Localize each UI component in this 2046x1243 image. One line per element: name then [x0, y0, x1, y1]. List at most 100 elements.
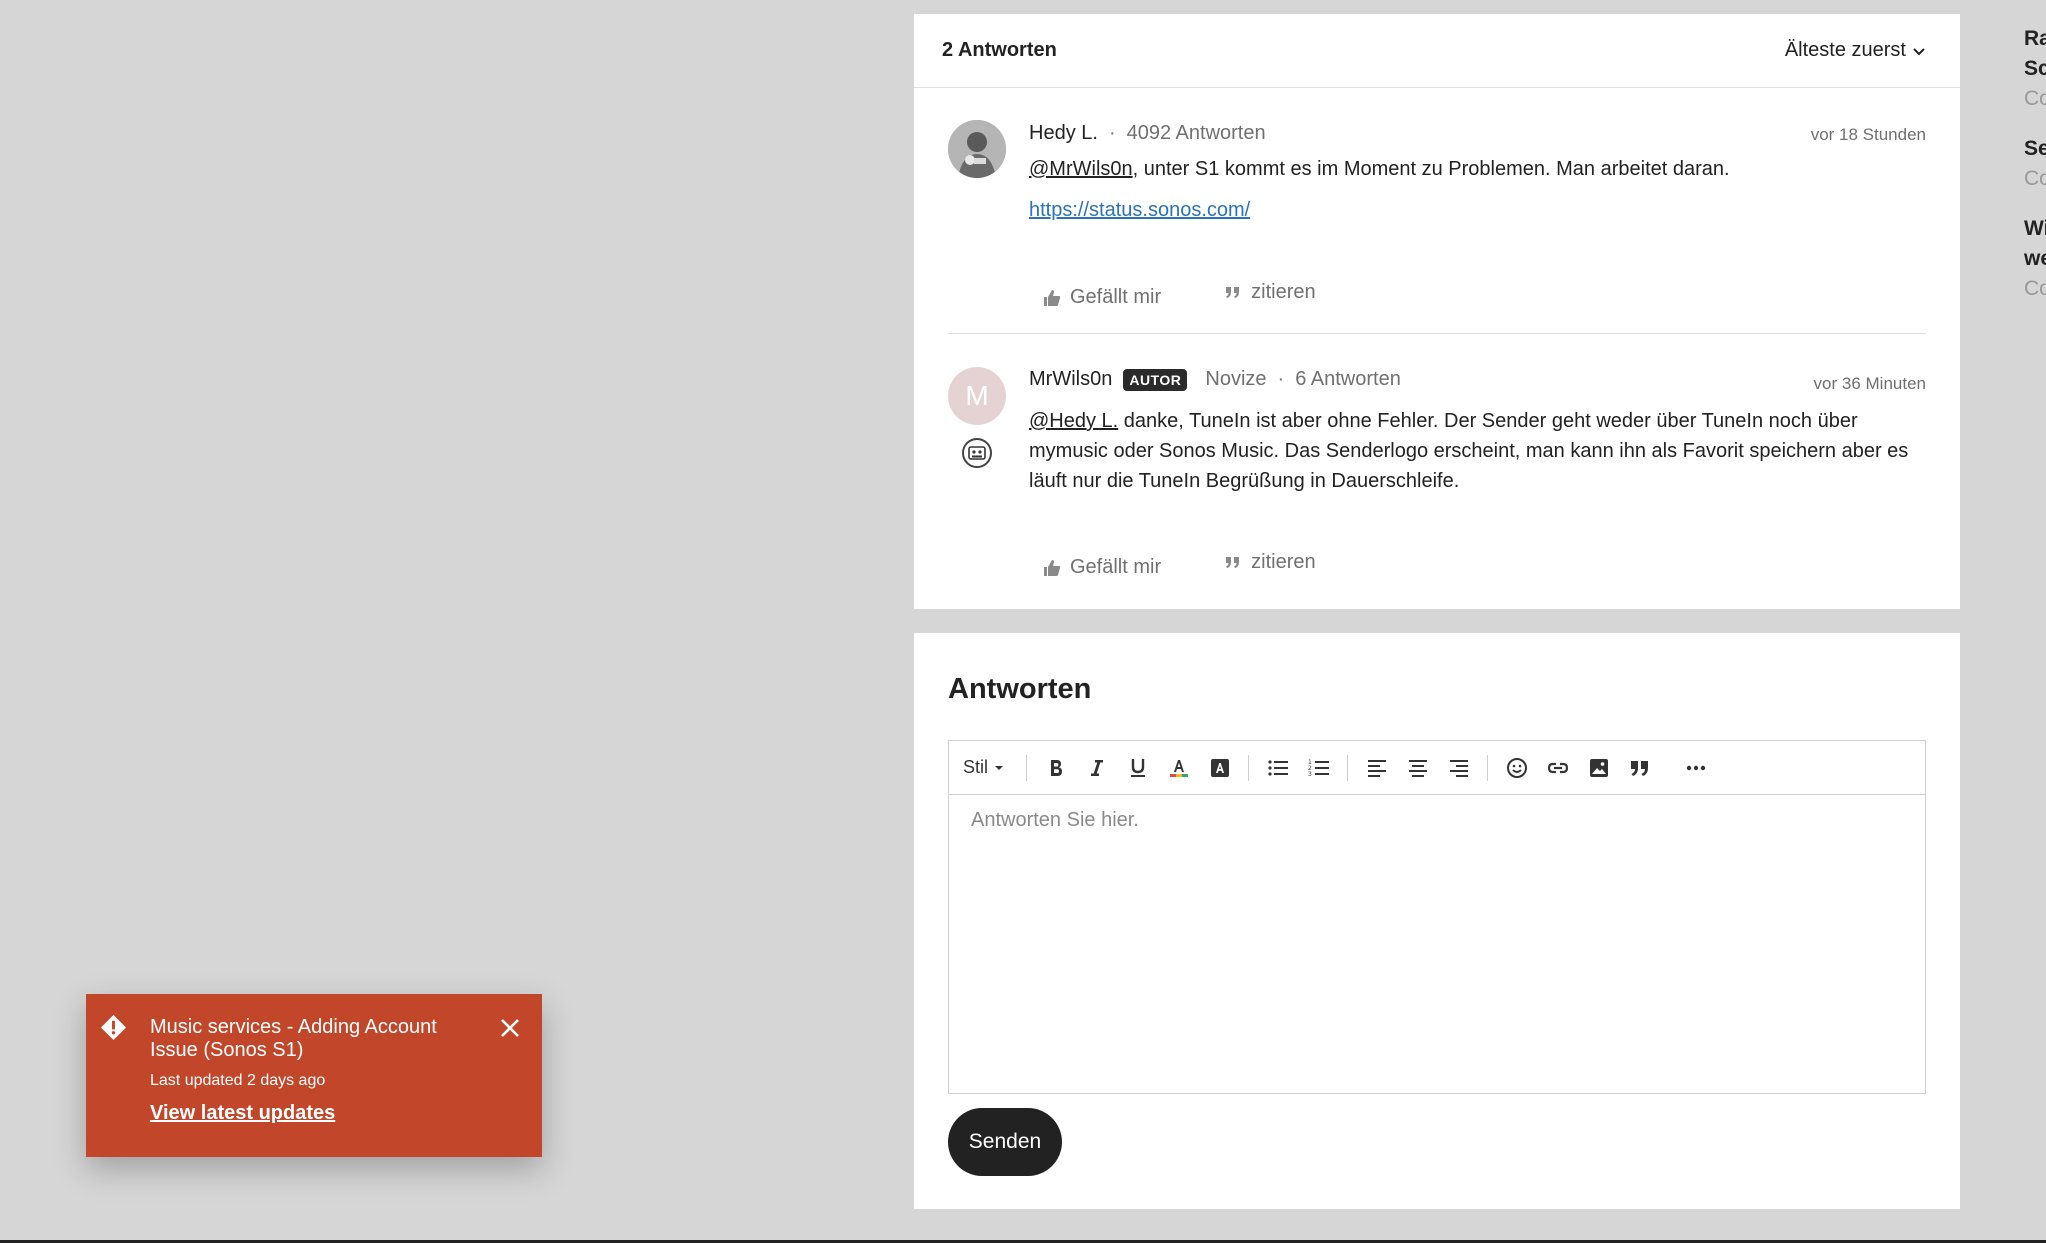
replies-panel: 2 Antworten Älteste zuerst Hedy L. · 409…: [914, 14, 1960, 609]
post-meta: MrWils0n AUTOR Novize · 6 Antworten: [1029, 368, 1401, 391]
quote-icon: [1226, 556, 1240, 568]
reply-editor-panel: Antworten Stil 1 2 3 Antworten Sie hier.…: [914, 633, 1960, 1209]
toast-title: Music services - Adding Account Issue (S…: [150, 1016, 437, 1061]
like-label: Gefällt mir: [1070, 286, 1162, 308]
replies-header: 2 Antworten Älteste zuerst: [914, 14, 1960, 88]
sort-label: Älteste zuerst: [1784, 39, 1906, 61]
italic-button[interactable]: [1079, 750, 1114, 786]
post-timestamp: vor 36 Minuten: [1813, 374, 1926, 393]
related-topic[interactable]: Se Co: [2024, 134, 2046, 194]
highlight-icon: [1210, 758, 1229, 777]
image-icon: [1589, 758, 1608, 777]
reply-textarea[interactable]: [949, 795, 1925, 1093]
like-button[interactable]: Gefällt mir: [1042, 286, 1161, 309]
align-right-button[interactable]: [1441, 750, 1476, 786]
mention-link[interactable]: @Hedy L.: [1029, 410, 1118, 432]
avatar[interactable]: [948, 120, 1006, 178]
mention-link[interactable]: @MrWils0n: [1029, 158, 1133, 180]
link-icon: [1547, 762, 1568, 773]
like-button[interactable]: Gefällt mir: [1042, 556, 1161, 579]
related-topic-title: Se: [2024, 137, 2046, 160]
align-left-icon: [1367, 759, 1386, 777]
related-topic[interactable]: Ra Sc Co: [2024, 24, 2046, 114]
align-center-icon: [1408, 759, 1427, 777]
caret-down-icon: [995, 765, 1004, 770]
toolbar-divider: [1026, 754, 1028, 781]
text-color-icon: [1169, 759, 1188, 777]
related-topic-category: Co: [2024, 277, 2046, 300]
related-topic-title: Ra: [2024, 27, 2046, 50]
quote-label: zitieren: [1251, 551, 1316, 573]
related-topic[interactable]: Wi we Co: [2024, 214, 2046, 304]
underline-icon: [1130, 758, 1145, 777]
align-left-button[interactable]: [1359, 750, 1394, 786]
quote-button[interactable]: zitieren: [1223, 281, 1316, 304]
text-color-button[interactable]: [1161, 750, 1196, 786]
post-text: , unter S1 kommt es im Moment zu Problem…: [1132, 158, 1730, 180]
bullet-list-button[interactable]: [1260, 750, 1295, 786]
insert-image-button[interactable]: [1581, 750, 1616, 786]
service-status-toast: Music services - Adding Account Issue (S…: [86, 994, 542, 1157]
post-body: @Hedy L. danke, TuneIn ist aber ohne Feh…: [1029, 406, 1926, 496]
quote-icon: [1226, 286, 1240, 298]
quote-label: zitieren: [1251, 281, 1316, 303]
style-dropdown[interactable]: Stil: [963, 757, 1004, 778]
reply-post: Hedy L. · 4092 Antworten vor 18 Stunden …: [948, 88, 1926, 334]
editor-title: Antworten: [948, 673, 1092, 705]
italic-icon: [1090, 759, 1103, 776]
bold-icon: [1050, 759, 1062, 776]
numbered-list-button[interactable]: 123: [1301, 750, 1336, 786]
rich-text-editor: Stil 123: [948, 740, 1926, 1094]
blockquote-button[interactable]: [1622, 750, 1657, 786]
warning-diamond-icon: [100, 1014, 127, 1041]
sort-dropdown[interactable]: Älteste zuerst: [1785, 39, 1926, 62]
more-options-button[interactable]: [1678, 750, 1713, 786]
insert-link-button[interactable]: [1540, 750, 1575, 786]
related-topic-title: Sc: [2024, 57, 2046, 80]
bullet-list-icon: [1267, 759, 1288, 776]
align-center-button[interactable]: [1400, 750, 1435, 786]
post-actions: Gefällt mir zitieren: [1042, 276, 1316, 309]
close-icon[interactable]: [496, 1014, 524, 1042]
post-text: danke, TuneIn ist aber ohne Fehler. Der …: [1029, 410, 1909, 492]
toast-updated: Last updated 2 days ago: [150, 1072, 326, 1089]
bold-button[interactable]: [1038, 750, 1073, 786]
author-rank: Novize: [1205, 368, 1267, 390]
quote-button[interactable]: zitieren: [1223, 551, 1316, 574]
highlight-button[interactable]: [1202, 750, 1237, 786]
avatar[interactable]: M: [948, 367, 1006, 425]
author-badge: AUTOR: [1123, 368, 1188, 391]
meta-separator: ·: [1277, 368, 1285, 390]
toolbar-divider: [1248, 754, 1250, 781]
avatar-initial: M: [965, 380, 989, 411]
meta-separator: ·: [1108, 122, 1116, 144]
blockquote-icon: [1630, 760, 1648, 776]
send-button[interactable]: Senden: [948, 1108, 1062, 1176]
cassette-icon: [968, 446, 986, 460]
reply-post: M MrWils0n AUTOR Novize · 6 Antworten vo…: [948, 334, 1926, 608]
post-actions: Gefällt mir zitieren: [1042, 546, 1316, 579]
related-topic-title: Wi: [2024, 217, 2046, 240]
author-name[interactable]: MrWils0n: [1029, 368, 1112, 391]
related-topic-title: we: [2024, 247, 2046, 270]
status-link[interactable]: https://status.sonos.com/: [1029, 195, 1926, 225]
emoji-button[interactable]: [1499, 750, 1534, 786]
editor-toolbar: Stil 123: [949, 741, 1925, 795]
post-timestamp: vor 18 Stunden: [1810, 125, 1926, 144]
thumbs-up-icon: [1044, 559, 1061, 576]
like-label: Gefällt mir: [1070, 556, 1162, 578]
rank-badge: [962, 438, 992, 468]
related-topic-category: Co: [2024, 87, 2046, 110]
more-icon: [1686, 765, 1705, 770]
post-meta: Hedy L. · 4092 Antworten: [1029, 122, 1266, 145]
view-updates-link[interactable]: View latest updates: [150, 1102, 335, 1125]
style-label: Stil: [963, 757, 989, 777]
underline-button[interactable]: [1120, 750, 1155, 786]
align-right-icon: [1449, 759, 1468, 777]
author-reply-count: 6 Antworten: [1295, 368, 1401, 390]
emoji-icon: [1506, 757, 1527, 778]
author-name[interactable]: Hedy L.: [1029, 122, 1098, 145]
toolbar-divider: [1487, 754, 1489, 781]
related-topic-category: Co: [2024, 167, 2046, 190]
svg-text:3: 3: [1308, 771, 1312, 778]
